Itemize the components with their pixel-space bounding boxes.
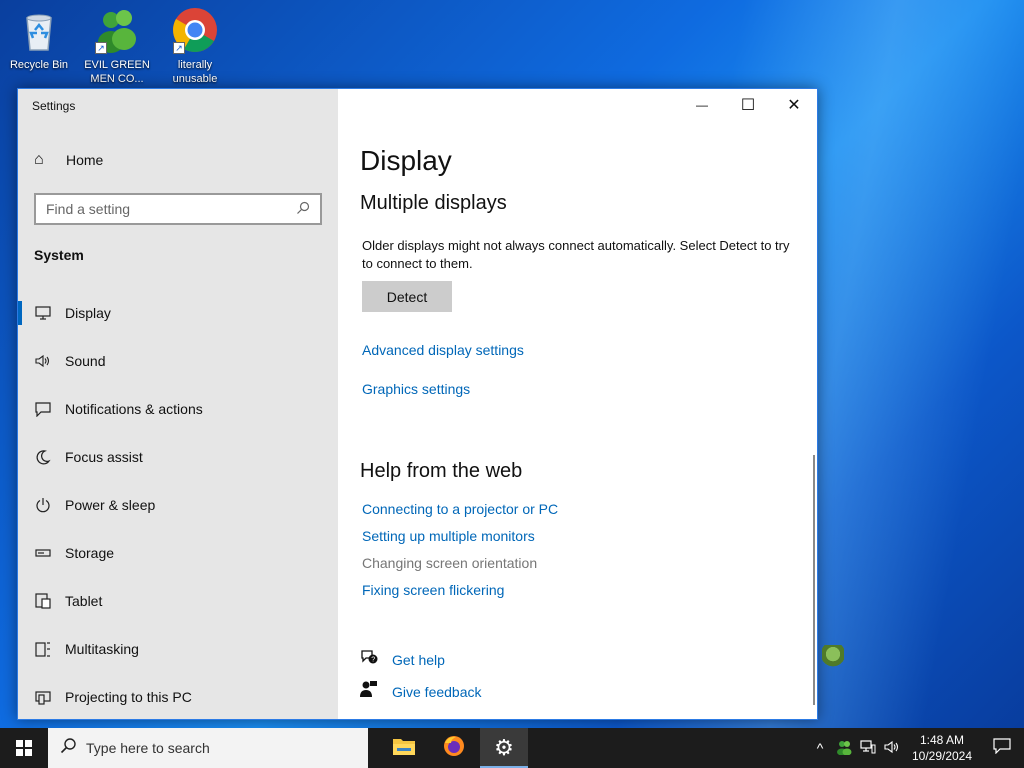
display-settings-content: — ☐ ✕ Display Multiple displays Older di…: [338, 89, 844, 719]
give-feedback-label: Give feedback: [392, 683, 482, 700]
home-icon: ⌂: [34, 151, 44, 168]
sidebar-item-power-sleep[interactable]: Power & sleep: [18, 481, 338, 529]
taskbar-search-box[interactable]: Type here to search: [48, 728, 368, 768]
settings-sidebar: Settings ⌂ Home Find a setting System Di…: [18, 89, 338, 719]
svg-text:?: ?: [371, 657, 375, 664]
taskbar-firefox[interactable]: [430, 728, 478, 768]
maximize-icon: ☐: [740, 97, 756, 114]
taskbar-settings[interactable]: ⚙: [480, 728, 528, 768]
clock-date: 10/29/2024: [911, 749, 973, 763]
speaker-icon: [34, 354, 52, 368]
search-icon: [296, 201, 310, 218]
sidebar-item-label: Sound: [65, 353, 106, 369]
help-link-multiple-monitors[interactable]: Setting up multiple monitors: [362, 528, 535, 544]
graphics-settings-link[interactable]: Graphics settings: [362, 381, 470, 397]
clock-time: 1:48 AM: [919, 733, 965, 747]
power-icon: [34, 497, 52, 513]
help-link-screen-orientation[interactable]: Changing screen orientation: [362, 555, 537, 571]
action-center-button[interactable]: [980, 737, 1024, 759]
taskbar: Type here to search ⚙ ^ 1:48 AM 10/29/20…: [0, 728, 1024, 768]
search-icon: [60, 737, 76, 759]
sidebar-item-label: Tablet: [65, 593, 103, 609]
multitasking-icon: [34, 641, 52, 657]
network-icon[interactable]: [856, 739, 880, 757]
window-title: Settings: [32, 99, 76, 113]
page-title: Display: [360, 145, 452, 176]
detect-button[interactable]: Detect: [362, 281, 452, 312]
windows-logo-icon: [16, 740, 32, 756]
gear-icon: ⚙: [494, 735, 514, 760]
desktop-icon-evil-green-men[interactable]: ↗ EVIL GREEN MEN CO...: [78, 6, 156, 86]
system-section-heading: System: [34, 247, 84, 263]
sidebar-item-projecting[interactable]: Projecting to this PC: [18, 673, 338, 721]
sidebar-item-label: Projecting to this PC: [65, 689, 192, 705]
sidebar-item-label: Notifications & actions: [65, 401, 203, 417]
get-help-link[interactable]: ? Get help: [360, 649, 445, 670]
taskbar-search-placeholder: Type here to search: [86, 740, 210, 756]
notification-icon: [34, 401, 52, 417]
custom-cursor-icon: [822, 645, 844, 671]
close-button[interactable]: ✕: [771, 89, 817, 121]
help-link-screen-flickering[interactable]: Fixing screen flickering: [362, 582, 504, 598]
home-label: Home: [66, 152, 104, 168]
desktop-icon-label: EVIL GREEN MEN CO...: [84, 59, 150, 85]
feedback-icon: [360, 680, 380, 703]
chrome-icon: ↗: [171, 6, 219, 54]
tablet-icon: [34, 593, 52, 609]
desktop-icon-recycle-bin[interactable]: Recycle Bin: [0, 6, 78, 72]
sidebar-item-multitasking[interactable]: Multitasking: [18, 625, 338, 673]
chevron-up-icon[interactable]: ^: [808, 740, 832, 756]
start-button[interactable]: [0, 728, 48, 768]
sidebar-item-tablet[interactable]: Tablet: [18, 577, 338, 625]
multiple-displays-heading: Multiple displays: [360, 192, 507, 214]
minimize-button[interactable]: —: [679, 89, 725, 121]
content-scrollbar[interactable]: [813, 455, 815, 705]
sidebar-item-label: Focus assist: [65, 449, 143, 465]
close-icon: ✕: [787, 97, 801, 114]
sidebar-item-sound[interactable]: Sound: [18, 337, 338, 385]
sidebar-item-storage[interactable]: Storage: [18, 529, 338, 577]
sidebar-item-label: Multitasking: [65, 641, 139, 657]
chat-help-icon: ?: [360, 649, 380, 670]
help-link-projector[interactable]: Connecting to a projector or PC: [362, 501, 558, 517]
system-tray: ^ 1:48 AM 10/29/2024: [808, 728, 1024, 768]
search-placeholder: Find a setting: [46, 201, 131, 217]
firefox-icon: [442, 734, 466, 763]
volume-icon[interactable]: [880, 740, 904, 757]
recycle-bin-icon: [15, 6, 63, 54]
storage-icon: [34, 549, 52, 557]
get-help-label: Get help: [392, 651, 445, 668]
sidebar-item-label: Storage: [65, 545, 115, 561]
green-people-icon: ↗: [93, 6, 141, 54]
maximize-button[interactable]: ☐: [725, 89, 771, 121]
projecting-icon: [34, 690, 52, 705]
desktop-icon-chrome[interactable]: ↗ literally unusable: [156, 6, 234, 86]
desktop-icon-label: literally unusable: [172, 59, 218, 85]
sidebar-item-focus-assist[interactable]: Focus assist: [18, 433, 338, 481]
sidebar-item-label: Power & sleep: [65, 497, 156, 513]
shortcut-arrow-icon: ↗: [95, 42, 107, 54]
find-setting-input[interactable]: Find a setting: [34, 193, 322, 225]
folder-icon: [392, 736, 416, 761]
sidebar-item-label: Display: [65, 305, 111, 321]
sidebar-item-display[interactable]: Display: [18, 289, 338, 337]
home-nav-item[interactable]: ⌂ Home: [34, 151, 103, 169]
desktop-icon-label: Recycle Bin: [9, 59, 69, 71]
settings-window: Settings ⌂ Home Find a setting System Di…: [17, 88, 844, 720]
sidebar-item-notifications[interactable]: Notifications & actions: [18, 385, 338, 433]
monitor-icon: [34, 306, 52, 320]
minimize-icon: —: [696, 98, 708, 112]
notification-icon: [993, 737, 1011, 754]
taskbar-clock[interactable]: 1:48 AM 10/29/2024: [904, 732, 980, 764]
taskbar-file-explorer[interactable]: [380, 728, 428, 768]
shortcut-arrow-icon: ↗: [173, 42, 185, 54]
moon-icon: [34, 449, 52, 465]
system-nav-list: Display Sound Notifications & actions Fo…: [18, 289, 338, 721]
advanced-display-settings-link[interactable]: Advanced display settings: [362, 342, 524, 358]
help-from-web-heading: Help from the web: [360, 460, 523, 482]
green-people-tray-icon[interactable]: [832, 739, 856, 758]
detect-description: Older displays might not always connect …: [362, 238, 790, 271]
give-feedback-link[interactable]: Give feedback: [360, 680, 482, 703]
